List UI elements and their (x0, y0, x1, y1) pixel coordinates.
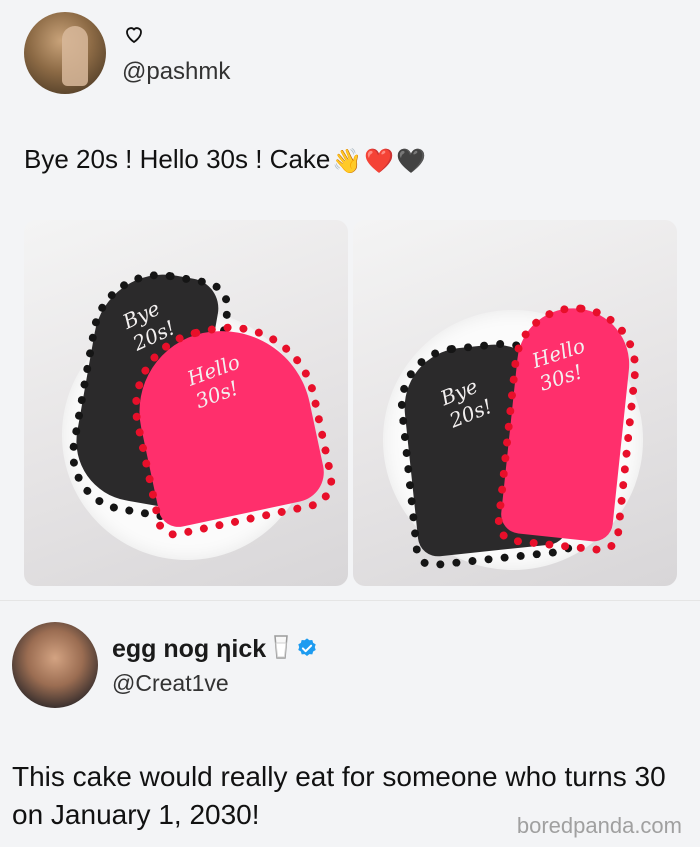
tweet-text-body: Bye 20s ! Hello 30s ! Cake (24, 144, 331, 174)
post-handle[interactable]: @pashmk (122, 58, 230, 86)
waving-hand-emoji: 👋 (332, 147, 363, 175)
heart-outline-icon[interactable] (122, 22, 146, 46)
display-name-text[interactable]: egg nog ηick (112, 635, 266, 663)
avatar[interactable] (24, 12, 106, 94)
first-post: @pashmk Bye 20s ! Hello 30s ! Cake👋❤️🖤 B… (0, 0, 700, 600)
display-name[interactable]: egg nog ηick (112, 634, 318, 664)
verified-badge-icon (298, 638, 316, 656)
avatar-figure (62, 26, 88, 86)
post-handle[interactable]: @Creat1ve (112, 670, 229, 697)
cake-photo-left[interactable]: Bye 20s! Hello 30s! (24, 220, 348, 586)
avatar[interactable] (12, 622, 98, 708)
tweet-text: Bye 20s ! Hello 30s ! Cake👋❤️🖤 (24, 144, 426, 176)
cake-photo-right[interactable]: Bye 20s! Hello 30s! (353, 220, 677, 586)
divider (0, 600, 700, 601)
black-heart-emoji: 🖤 (396, 147, 427, 175)
watermark: boredpanda.com (516, 813, 682, 838)
red-heart-emoji: ❤️ (364, 147, 395, 175)
milk-glass-icon (274, 635, 289, 659)
